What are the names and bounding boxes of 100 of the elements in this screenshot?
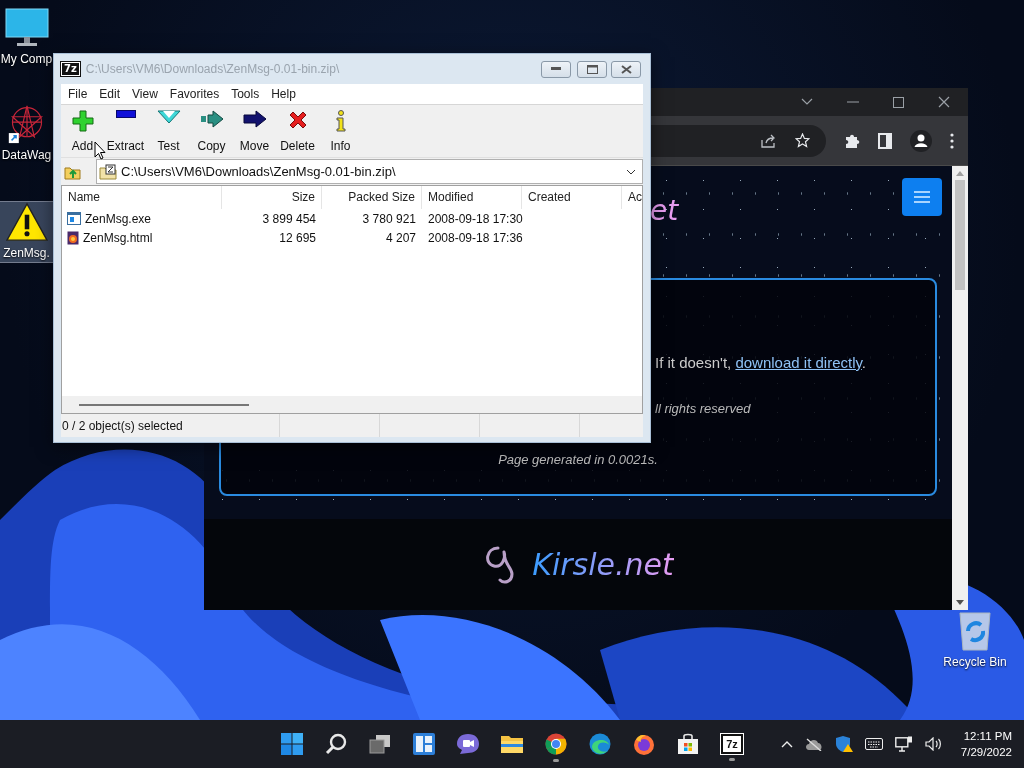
download-link[interactable]: download it directly	[735, 354, 862, 371]
toolbar-button[interactable]: Extract	[104, 107, 147, 157]
chrome-icon	[545, 732, 567, 755]
menu-item[interactable]: Help	[265, 87, 302, 101]
toolbar-button[interactable]: Delete	[276, 107, 319, 157]
clock[interactable]: 12:11 PM 7/29/2022	[960, 728, 1012, 760]
windows-logo-icon	[281, 732, 303, 755]
window-title: C:\Users\VM6\Downloads\ZenMsg-0.01-bin.zip\	[85, 62, 341, 76]
running-indicator	[553, 758, 559, 762]
clock-date: 7/29/2022	[960, 745, 1012, 760]
restore-icon	[586, 64, 598, 74]
desktop-icon[interactable]: ZenMsg.	[0, 202, 53, 262]
program-file-icon	[67, 212, 81, 225]
menu-item[interactable]: Edit	[93, 87, 127, 101]
widgets-icon	[413, 732, 435, 755]
column-header[interactable]: Modified	[422, 186, 522, 209]
menu-button[interactable]	[902, 178, 942, 216]
edge-icon	[589, 732, 611, 755]
status-text: 0 / 2 object(s) selected	[61, 414, 280, 437]
copyright-text: ll rights reserved	[655, 401, 752, 416]
clock-time: 12:11 PM	[963, 729, 1012, 744]
generation-time-text: Page generated in 0.0021s.	[498, 452, 658, 467]
profile-icon[interactable]	[910, 129, 932, 152]
more-menu-icon[interactable]	[950, 132, 954, 149]
column-header[interactable]: Ac	[622, 186, 642, 209]
column-header[interactable]: Packed Size	[322, 186, 422, 209]
dropdown-caret-icon	[626, 168, 636, 175]
minus-icon	[115, 110, 136, 118]
delete-icon	[287, 110, 308, 130]
speaker-icon[interactable]	[924, 737, 943, 751]
app-logo: 7z	[721, 733, 743, 754]
taskbar-button[interactable]: 7z	[712, 724, 752, 764]
table-cell-text: 3 899 454	[261, 211, 317, 226]
menu-icon	[914, 191, 930, 203]
keyboard-icon[interactable]	[864, 738, 883, 750]
column-header[interactable]: Created	[522, 186, 622, 209]
file-name-cell[interactable]: ZenMsg.html	[62, 230, 222, 245]
menu-item[interactable]: Favorites	[163, 87, 226, 101]
toolbar-button[interactable]: Test	[147, 107, 190, 157]
app-logo: 7z	[61, 62, 80, 76]
horizontal-scrollbar[interactable]	[62, 396, 642, 413]
toolbar-button[interactable]: Add	[61, 107, 104, 157]
star-icon[interactable]	[795, 133, 810, 148]
cloud-icon[interactable]	[804, 737, 823, 751]
html-file-icon	[67, 230, 79, 245]
scrollbar-thumb[interactable]	[79, 403, 249, 406]
scrollbar-thumb[interactable]	[955, 180, 965, 290]
scroll-down-icon[interactable]	[956, 600, 964, 605]
close-icon[interactable]	[938, 96, 950, 108]
monitor-icon	[4, 8, 49, 48]
menu-item[interactable]: Tools	[225, 87, 266, 101]
menu-item[interactable]: View	[126, 87, 164, 101]
table-cell-text: 12 695	[278, 230, 317, 245]
chevron-up-icon[interactable]	[780, 740, 793, 748]
address-bar[interactable]	[651, 124, 826, 157]
info-icon	[334, 110, 347, 132]
zip-file-icon	[99, 163, 117, 180]
plus-icon	[71, 110, 94, 132]
task-view-icon	[369, 733, 391, 754]
side-panel-icon[interactable]	[878, 132, 892, 149]
folder-icon	[500, 733, 524, 754]
maximize-button[interactable]	[577, 60, 607, 78]
maximize-icon[interactable]	[893, 96, 904, 108]
toolbar-button[interactable]: Move	[233, 107, 276, 157]
close-button[interactable]	[611, 60, 641, 78]
column-header[interactable]: Name	[62, 186, 222, 209]
puzzle-piece-icon[interactable]	[844, 132, 860, 149]
column-header[interactable]: Size	[222, 186, 322, 209]
chat-icon	[456, 732, 480, 755]
desktop-icon[interactable]: My Comp	[0, 8, 53, 68]
file-name-cell[interactable]: ZenMsg.exe	[62, 211, 222, 226]
shopping-bag-icon	[677, 732, 699, 755]
desktop-icon[interactable]: DataWag	[0, 104, 53, 164]
search-icon	[325, 732, 347, 755]
arrow-right-icon	[242, 110, 267, 128]
toolbar-button[interactable]: Copy	[190, 107, 233, 157]
site-logo[interactable]: et	[650, 194, 679, 227]
running-indicator	[729, 757, 735, 761]
path-field[interactable]: C:\Users\VM6\Downloads\ZenMsg-0.01-bin.zip\	[96, 159, 643, 184]
share-icon[interactable]	[761, 133, 777, 148]
recycle-bin-icon	[957, 611, 993, 651]
toolbar-button[interactable]: Info	[319, 107, 362, 157]
minimize-button[interactable]	[541, 60, 571, 78]
table-cell-text: 2008-09-18 17:30	[427, 211, 522, 226]
table-cell-text: 4 207	[384, 230, 417, 245]
double-arrow-icon	[199, 110, 224, 128]
chevron-down-icon[interactable]	[801, 98, 813, 106]
vertical-scrollbar[interactable]	[952, 166, 968, 610]
desktop-icon-label: DataWag	[1, 148, 52, 162]
desktop-icon-label: ZenMsg.	[3, 246, 50, 260]
network-icon[interactable]	[894, 736, 913, 752]
download-message: If it doesn't, download it directly.	[655, 354, 868, 371]
check-icon	[156, 110, 181, 124]
menu-item[interactable]: File	[62, 87, 94, 101]
table-cell-text: 3 780 921	[361, 211, 417, 226]
firefox-icon	[633, 732, 655, 755]
minimize-icon	[551, 67, 561, 71]
table-cell-text: 2008-09-18 17:36	[427, 230, 522, 245]
mouse-cursor-icon	[94, 141, 106, 160]
shield-warning-icon[interactable]	[834, 735, 853, 753]
